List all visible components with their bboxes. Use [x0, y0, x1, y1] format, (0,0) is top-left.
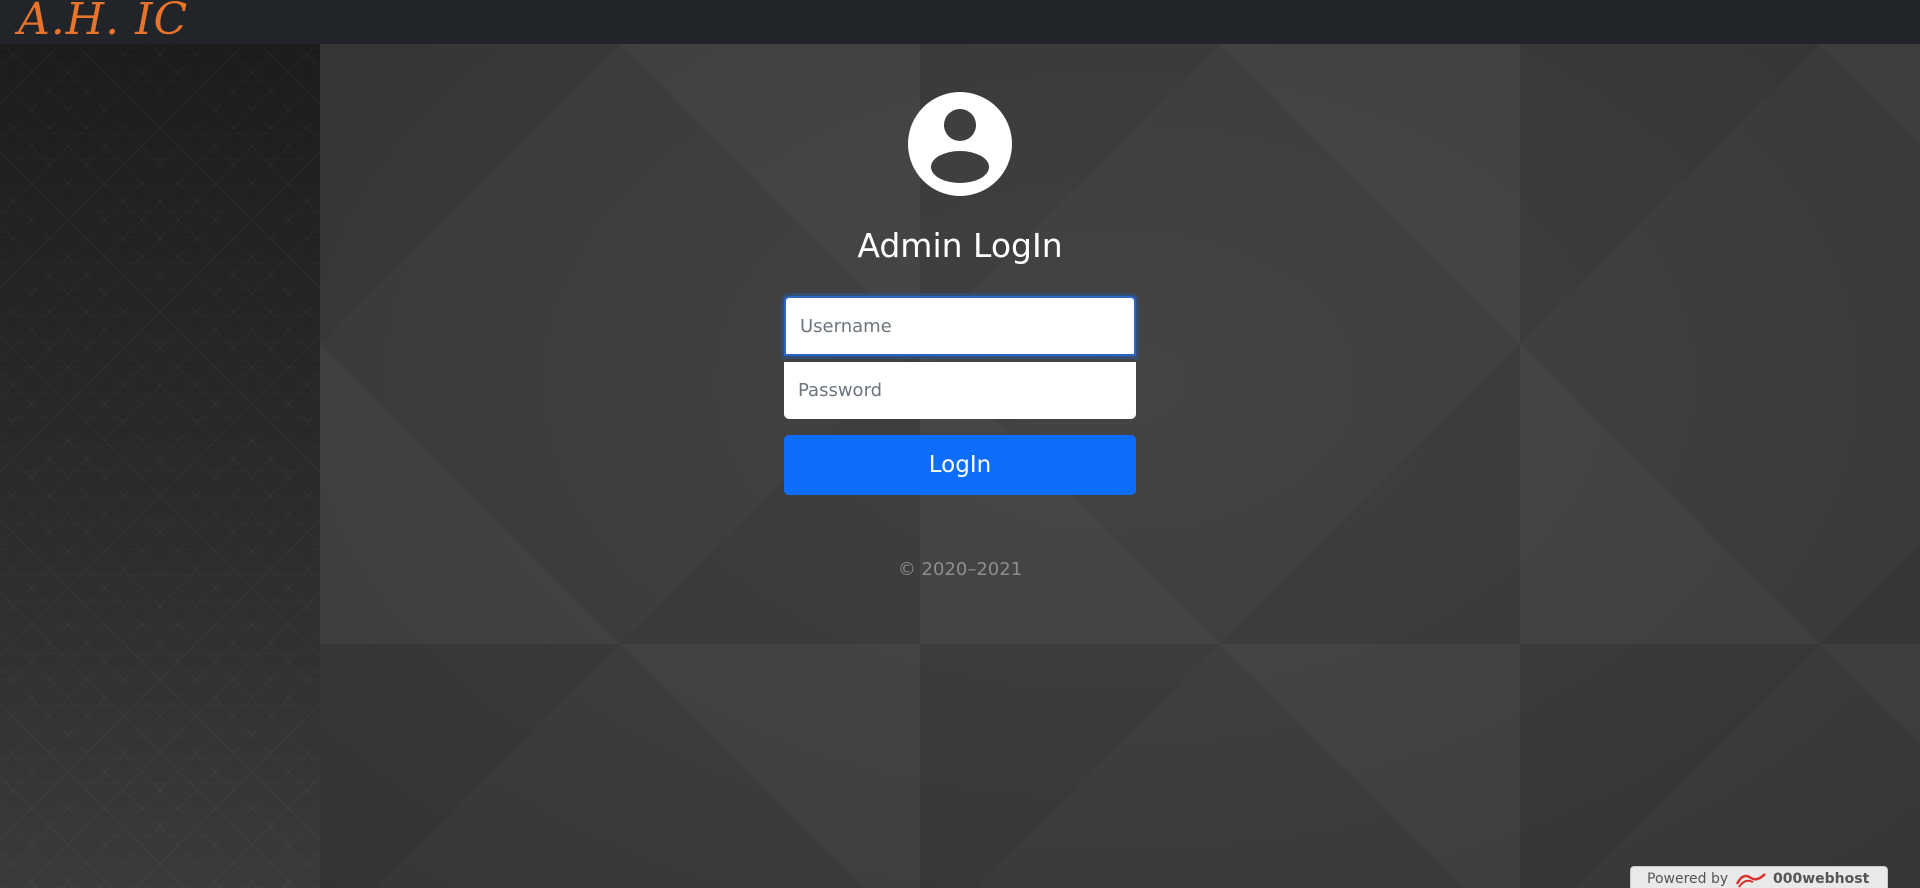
left-panel [0, 44, 320, 888]
top-navbar: A.H. IC [0, 0, 1920, 45]
copyright-text: © 2020–2021 [897, 559, 1023, 580]
000webhost-logo-icon [1735, 873, 1766, 888]
login-title: Admin LogIn [857, 226, 1063, 265]
brand-logo[interactable]: A.H. IC [18, 0, 188, 45]
username-input[interactable] [784, 296, 1136, 356]
login-form: Admin LogIn LogIn © 2020–2021 [784, 92, 1136, 580]
login-button[interactable]: LogIn [784, 435, 1136, 495]
host-name: 000webhost [1773, 871, 1870, 887]
password-input[interactable] [784, 362, 1136, 419]
powered-by-label: Powered by [1647, 871, 1729, 887]
powered-by-badge[interactable]: Powered by 000webhost [1630, 866, 1888, 888]
user-circle-icon [908, 92, 1012, 196]
